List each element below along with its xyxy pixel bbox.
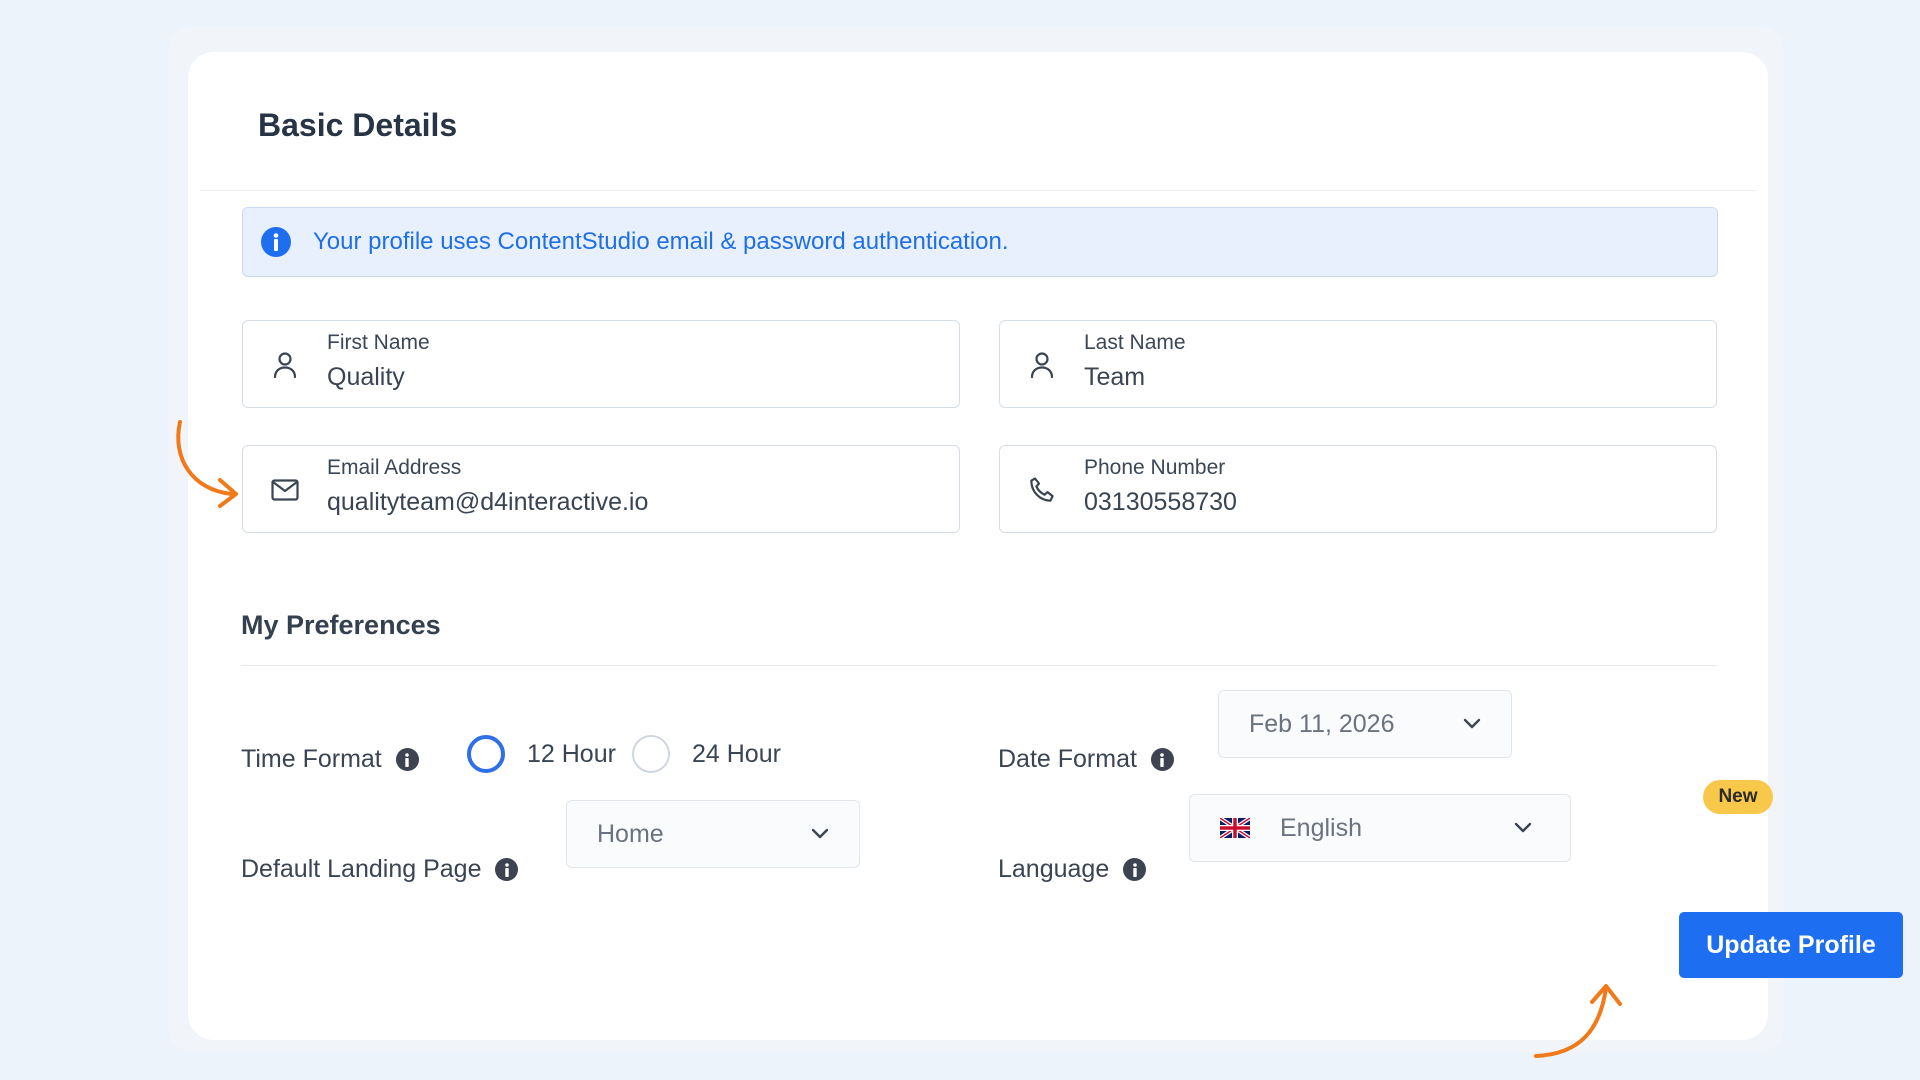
annotation-arrow-icon [176,420,238,508]
first-name-label: First Name [327,331,430,354]
email-input[interactable] [327,488,927,517]
user-icon [1026,349,1058,381]
language-label: Language [998,855,1147,884]
user-icon [269,349,301,381]
language-label-text: Language [998,855,1110,883]
time-format-info-icon[interactable] [395,748,419,771]
info-icon [261,227,291,257]
section-divider [241,665,1717,666]
email-field[interactable]: Email Address [242,445,960,533]
auth-info-banner: Your profile uses ContentStudio email & … [242,207,1718,277]
default-landing-page-label: Default Landing Page [241,855,519,884]
radio-selected[interactable] [467,735,505,773]
info-banner-text: Your profile uses ContentStudio email & … [313,228,1009,255]
phone-input[interactable] [1084,488,1684,517]
default-landing-page-label-text: Default Landing Page [241,855,482,883]
mail-icon [269,474,301,506]
date-format-label: Date Format [998,745,1174,774]
radio-unselected[interactable] [632,735,670,773]
time-format-24-hour-radio[interactable]: 24 Hour [632,735,781,773]
chevron-down-icon [1463,717,1481,735]
phone-icon [1026,474,1058,506]
annotation-arrow-icon [1534,984,1622,1058]
email-label: Email Address [327,456,462,479]
last-name-label: Last Name [1084,331,1186,354]
language-value: English [1280,813,1362,842]
chevron-down-icon [1514,821,1532,839]
language-select[interactable]: English [1189,794,1571,862]
radio-label-24-hour: 24 Hour [692,739,781,768]
preferences-title: My Preferences [241,610,441,640]
first-name-input[interactable] [327,363,927,392]
landing-page-info-icon[interactable] [495,858,519,881]
date-format-info-icon[interactable] [1150,748,1174,771]
first-name-field[interactable]: First Name [242,320,960,408]
phone-field[interactable]: Phone Number [999,445,1717,533]
new-badge: New [1703,780,1773,814]
time-format-label: Time Format [241,745,419,774]
uk-flag-icon [1220,818,1250,838]
date-format-value: Feb 11, 2026 [1249,709,1395,738]
chevron-down-icon [811,827,829,845]
phone-label: Phone Number [1084,456,1226,479]
last-name-field[interactable]: Last Name [999,320,1717,408]
date-format-select[interactable]: Feb 11, 2026 [1218,690,1512,758]
update-profile-button[interactable]: Update Profile [1679,912,1903,978]
date-format-label-text: Date Format [998,745,1137,773]
time-format-label-text: Time Format [241,745,382,773]
radio-label-12-hour: 12 Hour [527,739,616,768]
landing-page-value: Home [597,819,664,848]
page-title: Basic Details [258,107,458,143]
profile-card: Basic Details Your profile uses ContentS… [188,52,1903,1040]
title-divider [200,190,1756,191]
language-info-icon[interactable] [1123,858,1147,881]
last-name-input[interactable] [1084,363,1684,392]
time-format-12-hour-radio[interactable]: 12 Hour [467,735,616,773]
default-landing-page-select[interactable]: Home [566,800,860,868]
